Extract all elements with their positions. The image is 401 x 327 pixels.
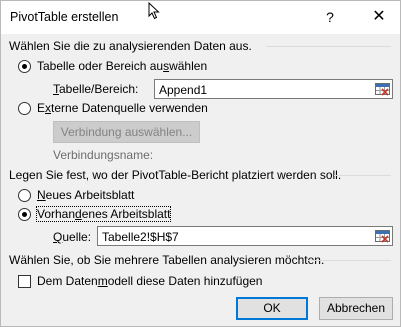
title-bar: PivotTable erstellen ? ✕ [1, 1, 400, 34]
data-model-checkbox-label: Dem Datenmodell diese Daten hinzufügen [37, 274, 263, 288]
close-button[interactable]: ✕ [368, 6, 390, 28]
radio-button-checked[interactable] [18, 208, 31, 221]
cancel-button[interactable]: Abbrechen [319, 297, 393, 320]
table-range-label: Tabelle/Bereich: [53, 82, 139, 96]
radio-existing-worksheet-label: Vorhandenes Arbeitsblatt [35, 206, 172, 222]
radio-button-unchecked[interactable] [18, 102, 31, 115]
section-divider [334, 175, 391, 176]
pivottable-dialog: PivotTable erstellen ? ✕ Wählen Sie die … [0, 0, 401, 327]
section-multiple-tables-heading: Wählen Sie, ob Sie mehrere Tabellen anal… [9, 253, 325, 267]
table-range-value: Append1 [159, 83, 208, 97]
source-label: Quelle: [53, 230, 92, 244]
data-model-checkbox[interactable] [18, 275, 31, 288]
window-title: PivotTable erstellen [10, 10, 119, 24]
section-divider [266, 46, 391, 47]
choose-connection-button: Verbindung auswählen... [53, 121, 200, 143]
radio-table-range-label: Tabelle oder Bereich auswählen [37, 59, 208, 73]
table-range-input[interactable]: Append1 [154, 79, 393, 99]
radio-button-unchecked[interactable] [18, 189, 31, 202]
section-placement-heading: Legen Sie fest, wo der PivotTable-Berich… [9, 168, 342, 182]
connection-name-label: Verbindungsname: [53, 148, 154, 162]
radio-button-checked[interactable] [18, 60, 31, 73]
radio-external-source-label: Externe Datenquelle verwenden [37, 101, 208, 115]
source-input[interactable]: Tabelle2!$H$7 [97, 226, 393, 246]
range-picker-icon[interactable] [374, 228, 391, 244]
ok-button[interactable]: OK [236, 297, 308, 320]
range-picker-icon[interactable] [374, 81, 391, 97]
mouse-cursor-icon [148, 1, 160, 23]
radio-new-worksheet-label: Neues Arbeitsblatt [37, 188, 135, 202]
source-value: Tabelle2!$H$7 [102, 230, 179, 244]
section-divider [308, 260, 391, 261]
section-data-heading: Wählen Sie die zu analysierenden Daten a… [9, 39, 252, 53]
help-button[interactable]: ? [319, 6, 341, 28]
